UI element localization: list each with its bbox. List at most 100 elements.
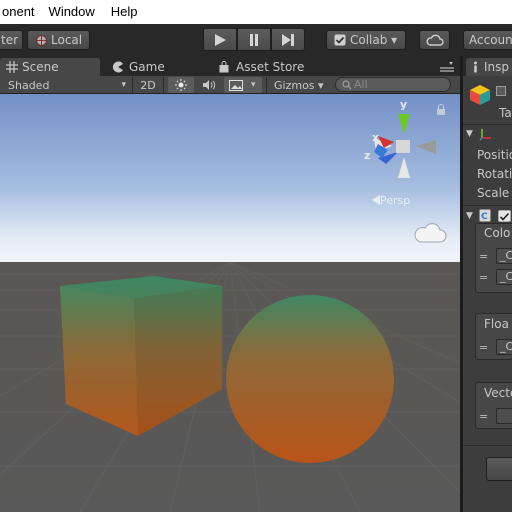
separator xyxy=(463,205,512,206)
checkmark-icon xyxy=(334,34,346,46)
playback-controls xyxy=(203,28,305,51)
collab-button[interactable]: Collab ▾ xyxy=(326,30,406,50)
position-label: Positio xyxy=(477,148,512,162)
skybox xyxy=(0,94,460,264)
gizmo-x-label: x xyxy=(372,131,379,144)
play-icon xyxy=(215,33,226,46)
drag-handle-icon[interactable]: = xyxy=(479,271,488,284)
lighting-toggle[interactable] xyxy=(168,77,194,93)
tab-inspector-label: Insp xyxy=(484,60,510,74)
float-field[interactable]: _C xyxy=(496,339,512,355)
menu-component[interactable]: onent xyxy=(0,0,41,24)
floats-header: Floa xyxy=(484,317,509,331)
gizmo-z-label: z xyxy=(364,149,370,162)
toggle-2d-button[interactable]: 2D xyxy=(134,77,162,93)
play-button[interactable] xyxy=(203,28,237,51)
pause-button[interactable] xyxy=(237,28,271,51)
color-field[interactable]: _C xyxy=(496,269,512,285)
inspector-panel: Insp Ta ▼ Positio Rotatio Scale ▼ C Colo… xyxy=(463,56,512,512)
menu-help[interactable]: Help xyxy=(103,0,146,24)
vectors-group: Vecto = xyxy=(475,382,512,429)
draw-mode-label: Shaded xyxy=(8,78,50,92)
vectors-header: Vecto xyxy=(484,386,512,400)
gizmos-label: Gizmos ▾ xyxy=(274,78,324,92)
script-icon: C xyxy=(479,209,491,222)
gizmo-y-label: y xyxy=(400,98,407,111)
color-field[interactable]: _C xyxy=(496,248,512,264)
colors-group: Colo = _C = _C xyxy=(475,223,512,293)
chevron-down-icon: ▾ xyxy=(251,80,256,90)
scene-viewport: y x z Persp xyxy=(0,94,460,512)
info-icon xyxy=(474,61,477,73)
tab-asset-store-label: Asset Store xyxy=(236,60,305,74)
svg-text:C: C xyxy=(481,212,488,222)
colors-header: Colo xyxy=(484,226,511,240)
menu-window[interactable]: Window xyxy=(41,0,103,24)
sun-icon xyxy=(175,79,187,91)
scale-label: Scale xyxy=(477,186,510,200)
object-tag-label: Ta xyxy=(499,106,512,120)
tab-scene-label: Scene xyxy=(22,60,59,74)
audio-toggle[interactable] xyxy=(197,77,221,93)
view-mode-label[interactable]: Persp xyxy=(380,194,410,207)
step-button[interactable] xyxy=(271,28,305,51)
component-enabled-checkbox[interactable] xyxy=(498,210,511,222)
menu-bar: onent Window Help xyxy=(0,0,512,24)
gameobject-cube-icon xyxy=(470,85,490,105)
cloud-button[interactable] xyxy=(419,30,450,50)
inspector-tab-strip: Insp xyxy=(463,56,512,76)
sphere-object[interactable] xyxy=(226,295,394,463)
draw-mode-dropdown[interactable]: Shaded ▾ xyxy=(8,77,128,93)
pivot-label: ter xyxy=(0,33,19,47)
tab-inspector[interactable]: Insp xyxy=(466,58,512,76)
collab-label: Collab ▾ xyxy=(350,33,398,47)
tab-game[interactable]: Game xyxy=(106,58,206,76)
divider xyxy=(266,77,267,93)
separator xyxy=(463,445,512,446)
divider xyxy=(163,77,164,93)
grid-icon xyxy=(6,61,18,73)
space-label: Local xyxy=(51,33,83,47)
step-icon xyxy=(282,33,294,46)
floats-group: Floa = _C xyxy=(475,313,512,360)
transform-axis-icon xyxy=(479,129,491,141)
pacman-icon xyxy=(112,61,123,73)
speaker-icon xyxy=(203,80,216,90)
tab-menu-icon[interactable] xyxy=(440,61,454,76)
drag-handle-icon[interactable]: = xyxy=(479,250,488,263)
separator xyxy=(463,124,512,125)
divider xyxy=(132,77,133,93)
space-toggle[interactable]: Local xyxy=(27,30,90,50)
main-toolbar: ter Local Collab ▾ Accoun xyxy=(0,24,512,56)
tab-scene[interactable]: Scene xyxy=(0,58,100,76)
tab-game-label: Game xyxy=(129,60,165,74)
effects-dropdown[interactable]: ▾ xyxy=(224,77,262,93)
active-checkbox[interactable] xyxy=(496,86,506,96)
tab-asset-store[interactable]: Asset Store xyxy=(212,58,342,76)
scene-toolbar: Shaded ▾ 2D ▾ Gizmos ▾ All xyxy=(0,76,460,94)
add-component-button[interactable] xyxy=(486,457,512,481)
scene-view[interactable]: y x z Persp xyxy=(0,94,460,512)
pivot-toggle[interactable]: ter xyxy=(0,30,23,50)
drag-handle-icon[interactable]: = xyxy=(479,341,488,354)
account-label: Accoun xyxy=(469,33,512,47)
rotation-label: Rotatio xyxy=(477,167,512,181)
account-button[interactable]: Accoun xyxy=(463,30,512,50)
toggle-2d-label: 2D xyxy=(140,78,156,92)
drag-handle-icon[interactable]: = xyxy=(479,410,488,423)
pause-icon xyxy=(250,33,258,46)
search-input[interactable]: All xyxy=(335,77,451,92)
scene-tab-strip: Scene Game Asset Store xyxy=(0,56,460,76)
shopping-bag-icon xyxy=(219,61,229,73)
cloud-icon xyxy=(426,34,444,46)
gizmos-dropdown[interactable]: Gizmos ▾ xyxy=(274,77,330,93)
vector-field[interactable] xyxy=(496,408,512,424)
search-icon xyxy=(342,80,352,89)
image-icon xyxy=(229,79,243,91)
foldout-arrow-icon[interactable]: ▼ xyxy=(466,211,473,221)
globe-icon xyxy=(36,34,47,46)
foldout-arrow-icon[interactable]: ▼ xyxy=(466,129,473,139)
checkmark-icon xyxy=(499,212,510,221)
chevron-down-icon: ▾ xyxy=(121,80,126,90)
search-placeholder: All xyxy=(354,78,368,91)
